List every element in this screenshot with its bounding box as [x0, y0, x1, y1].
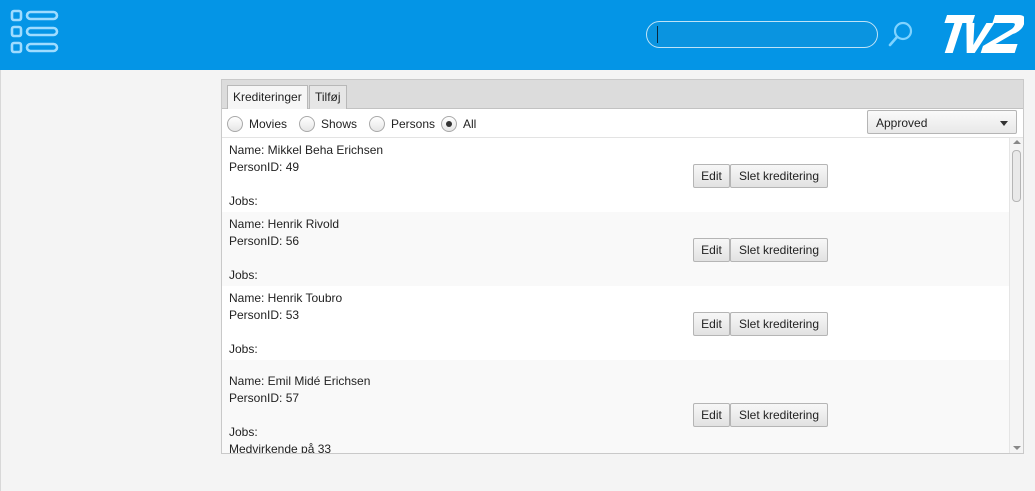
chevron-down-icon — [1000, 121, 1008, 126]
delete-credit-button[interactable]: Slet kreditering — [730, 164, 828, 188]
scrollbar-thumb[interactable] — [1012, 150, 1021, 202]
status-select[interactable]: Approved — [867, 110, 1017, 134]
credit-name: Name: Emil Midé Erichsen — [229, 374, 371, 388]
radio-circle — [369, 116, 385, 132]
radio-movies[interactable]: Movies — [227, 115, 287, 133]
status-select-value: Approved — [876, 116, 928, 130]
credits-panel: Krediteringer Tilføj Movies Shows Person… — [221, 79, 1024, 454]
radio-label: Movies — [249, 117, 288, 131]
credit-card: Name: Mikkel Beha Erichsen PersonID: 49 … — [222, 138, 1009, 212]
edit-button[interactable]: Edit — [693, 403, 730, 427]
delete-credit-button[interactable]: Slet kreditering — [730, 403, 828, 427]
edit-button[interactable]: Edit — [693, 312, 730, 336]
credit-job-item: Medvirkende på 33 — [229, 442, 332, 453]
credit-name: Name: Henrik Toubro — [229, 291, 343, 305]
credit-card: Name: Henrik Toubro PersonID: 53 Jobs: E… — [222, 286, 1009, 360]
radio-shows[interactable]: Shows — [299, 115, 357, 133]
search-icon[interactable] — [886, 19, 916, 49]
edit-button[interactable]: Edit — [693, 164, 730, 188]
radio-label: Shows — [321, 117, 358, 131]
tab-tilfoej[interactable]: Tilføj — [309, 85, 347, 109]
radio-circle-selected — [441, 116, 457, 132]
tv2-logo — [944, 15, 1024, 53]
top-bar — [0, 0, 1035, 70]
radio-label: Persons — [391, 117, 436, 131]
tab-krediteringer[interactable]: Krediteringer — [227, 85, 308, 110]
radio-circle — [227, 116, 243, 132]
credit-person-id: PersonID: 57 — [229, 391, 300, 405]
menu-list-icon[interactable] — [10, 9, 60, 59]
credit-jobs-label: Jobs: — [229, 268, 258, 282]
credit-jobs-label: Jobs: — [229, 425, 258, 439]
filter-bar: Movies Shows Persons All Approved — [222, 109, 1023, 138]
credit-jobs-label: Jobs: — [229, 194, 258, 208]
left-edge-line — [0, 70, 1, 491]
radio-all[interactable]: All — [441, 115, 476, 133]
credit-person-id: PersonID: 49 — [229, 160, 300, 174]
radio-circle — [299, 116, 315, 132]
tab-bar: Krediteringer Tilføj — [222, 80, 1023, 110]
radio-label: All — [463, 117, 477, 131]
credits-list: Name: Mikkel Beha Erichsen PersonID: 49 … — [222, 138, 1009, 453]
credit-name: Name: Henrik Rivold — [229, 217, 340, 231]
credit-jobs-label: Jobs: — [229, 342, 258, 356]
scroll-down-arrow-icon[interactable] — [1013, 446, 1021, 450]
delete-credit-button[interactable]: Slet kreditering — [730, 238, 828, 262]
radio-persons[interactable]: Persons — [369, 115, 435, 133]
credit-person-id: PersonID: 56 — [229, 234, 300, 248]
scroll-up-arrow-icon[interactable] — [1013, 140, 1021, 144]
credit-person-id: PersonID: 53 — [229, 308, 300, 322]
credit-name: Name: Mikkel Beha Erichsen — [229, 143, 384, 157]
vertical-scrollbar[interactable] — [1009, 138, 1023, 453]
edit-button[interactable]: Edit — [693, 238, 730, 262]
credit-card: Name: Emil Midé Erichsen PersonID: 57 Jo… — [222, 360, 1009, 453]
search-field-wrapper — [646, 21, 878, 48]
credit-card: Name: Henrik Rivold PersonID: 56 Jobs: E… — [222, 212, 1009, 286]
search-input[interactable] — [657, 26, 869, 43]
delete-credit-button[interactable]: Slet kreditering — [730, 312, 828, 336]
